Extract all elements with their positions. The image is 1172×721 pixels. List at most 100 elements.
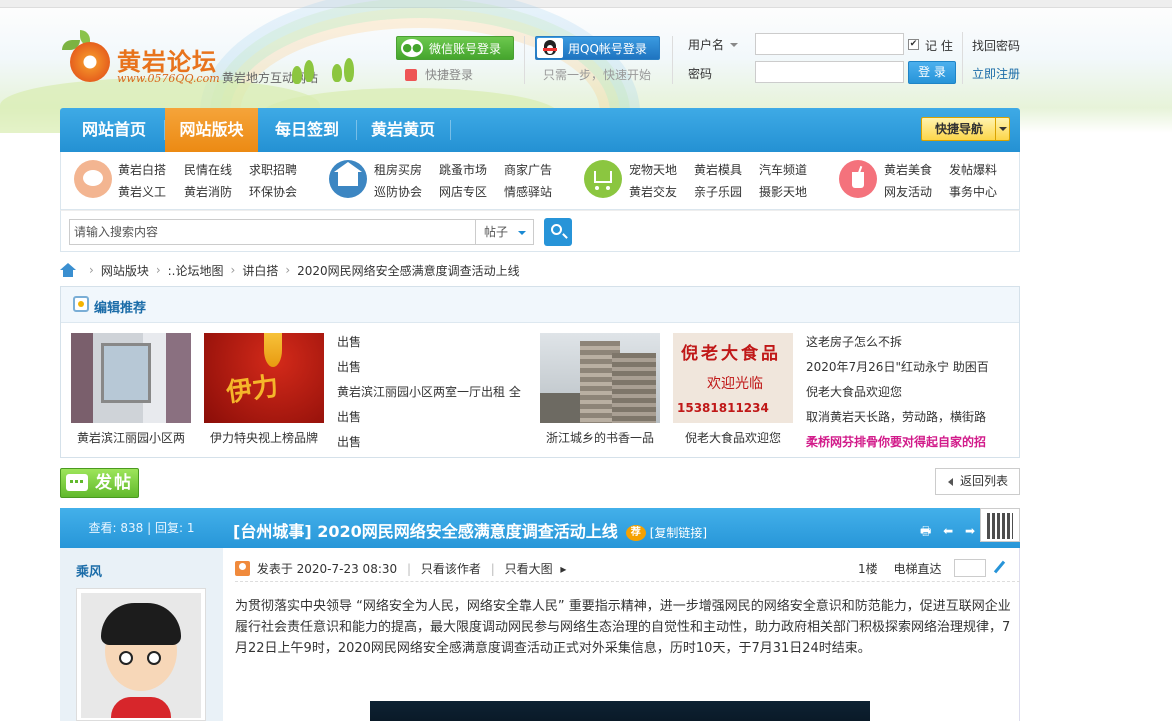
quick-nav-dropdown[interactable]: 快捷导航 bbox=[921, 117, 1010, 141]
breadcrumb-item[interactable]: 讲白搭 bbox=[242, 262, 278, 279]
recommend-caption[interactable]: 倪老大食品欢迎您 bbox=[668, 429, 798, 446]
recommend-link[interactable]: 出售 bbox=[337, 333, 527, 350]
thread-header: 查看: 838 | 回复: 1 [台州城事] 2020网民网络安全感满意度调查活… bbox=[60, 508, 1020, 548]
qq-login-button[interactable]: 用QQ帐号登录 bbox=[535, 36, 660, 60]
home-icon[interactable] bbox=[60, 263, 76, 277]
divider bbox=[962, 32, 963, 84]
only-author-link[interactable]: 只看该作者 bbox=[421, 562, 481, 576]
author-sidebar: 乘风 bbox=[60, 548, 223, 721]
category-link[interactable]: 黄岩义工 bbox=[118, 183, 166, 200]
avatar[interactable] bbox=[76, 588, 206, 721]
recommend-link[interactable]: 倪老大食品欢迎您 bbox=[806, 383, 1014, 400]
register-link[interactable]: 立即注册 bbox=[972, 65, 1020, 82]
recommend-image[interactable] bbox=[540, 333, 660, 423]
recommend-link[interactable]: 黄岩滨江丽园小区两室一厅出租 全 bbox=[337, 383, 527, 400]
category-link[interactable]: 发帖爆料 bbox=[949, 161, 997, 178]
recommend-link[interactable]: 出售 bbox=[337, 358, 527, 375]
category-link[interactable]: 黄岩白搭 bbox=[118, 161, 166, 178]
password-input[interactable] bbox=[755, 61, 904, 83]
back-to-list-button[interactable]: 返回列表 bbox=[935, 468, 1020, 495]
logo-url: www.0576QQ.com bbox=[117, 72, 220, 85]
category-link[interactable]: 租房买房 bbox=[374, 161, 422, 178]
recommend-link[interactable]: 2020年7月26日"红动永宁 助困百 bbox=[806, 358, 1014, 375]
username-input[interactable] bbox=[755, 33, 904, 55]
category-link[interactable]: 商家广告 bbox=[504, 161, 552, 178]
breadcrumb-item[interactable]: :.论坛地图 bbox=[168, 262, 224, 279]
thread-title-block: [台州城事] 2020网民网络安全感满意度调查活动上线荐 [复制链接] bbox=[233, 518, 707, 542]
category-link[interactable]: 求职招聘 bbox=[249, 161, 297, 178]
thread-title[interactable]: [台州城事] 2020网民网络安全感满意度调查活动上线 bbox=[233, 522, 618, 541]
recommend-caption[interactable]: 黄岩滨江丽园小区两 bbox=[66, 429, 196, 446]
quick-login-icon bbox=[405, 69, 417, 81]
category-link[interactable]: 民情在线 bbox=[184, 161, 232, 178]
category-link[interactable]: 亲子乐园 bbox=[694, 183, 742, 200]
category-link[interactable]: 宠物天地 bbox=[629, 161, 677, 178]
recommend-caption[interactable]: 伊力特央视上榜品牌 bbox=[199, 429, 329, 446]
author-name[interactable]: 乘风 bbox=[76, 561, 102, 580]
nav-forums[interactable]: 网站版块 bbox=[165, 108, 258, 152]
cart-icon bbox=[584, 160, 622, 198]
only-pic-link[interactable]: 只看大图 bbox=[505, 562, 553, 576]
login-button[interactable]: 登 录 bbox=[908, 61, 956, 84]
nav-divider bbox=[356, 120, 357, 140]
chevron-down-icon bbox=[995, 118, 1009, 140]
category-link[interactable]: 黄岩美食 bbox=[884, 161, 932, 178]
editor-recommend-panel: 编辑推荐 黄岩滨江丽园小区两 伊力 伊力特央视上榜品牌 出售 出售 黄岩滨江丽园… bbox=[60, 286, 1020, 458]
category-link[interactable]: 网友活动 bbox=[884, 183, 932, 200]
recommend-link-highlight[interactable]: 柔桥网芬排骨你要对得起自家的招 bbox=[806, 433, 1014, 450]
remember-label: 记 住 bbox=[925, 39, 953, 53]
elevator-label: 电梯直达 bbox=[893, 562, 942, 576]
category-link[interactable]: 跳蚤市场 bbox=[439, 161, 487, 178]
category-link[interactable]: 巡防协会 bbox=[374, 183, 422, 200]
nav-yellow-pages[interactable]: 黄岩黄页 bbox=[359, 108, 447, 152]
jump-arrow-icon[interactable] bbox=[991, 558, 1007, 576]
recommend-link[interactable]: 取消黄岩天长路，劳动路，横街路 bbox=[806, 408, 1014, 425]
search-type-select[interactable]: 帖子 bbox=[475, 219, 534, 245]
recommend-link[interactable]: 出售 bbox=[337, 408, 527, 425]
logo-emblem-icon bbox=[70, 42, 110, 82]
category-link[interactable]: 摄影天地 bbox=[759, 183, 807, 200]
find-password-link[interactable]: 找回密码 bbox=[972, 37, 1020, 54]
quick-nav-label: 快捷导航 bbox=[935, 122, 984, 136]
category-link[interactable]: 事务中心 bbox=[949, 183, 997, 200]
qq-login-label: 用QQ帐号登录 bbox=[568, 41, 647, 56]
thread-stats: 查看: 838 | 回复: 1 bbox=[88, 521, 195, 535]
category-panel: 黄岩白搭 民情在线 求职招聘 黄岩义工 黄岩消防 环保协会 租房买房 跳蚤市场 … bbox=[60, 152, 1020, 210]
recommend-link[interactable]: 这老房子怎么不拆 bbox=[806, 333, 1014, 350]
search-input[interactable]: 请输入搜索内容 bbox=[69, 219, 476, 245]
category-link[interactable]: 环保协会 bbox=[249, 183, 297, 200]
qq-login-subtitle: 只需一步，快速开始 bbox=[543, 68, 652, 82]
quick-login-link[interactable]: 快捷登录 bbox=[405, 66, 473, 83]
copy-link[interactable]: [复制链接] bbox=[650, 526, 707, 540]
search-bar: 请输入搜索内容 帖子 bbox=[60, 210, 1020, 252]
recommend-image[interactable]: 伊力 bbox=[204, 333, 324, 423]
search-button[interactable] bbox=[544, 218, 572, 246]
category-link[interactable]: 汽车频道 bbox=[759, 161, 807, 178]
thread-tools[interactable]: 🖶 ⬅ ➡ bbox=[920, 522, 979, 543]
site-logo[interactable]: 黄岩论坛 www.0576QQ.com bbox=[62, 26, 222, 86]
floor-jump-input[interactable] bbox=[954, 559, 986, 577]
recommend-image[interactable]: 倪老大食品 欢迎光临 15381811234 bbox=[673, 333, 793, 423]
category-link[interactable]: 黄岩模具 bbox=[694, 161, 742, 178]
category-link[interactable]: 网店专区 bbox=[439, 183, 487, 200]
wechat-login-button[interactable]: ●● 微信账号登录 bbox=[396, 36, 514, 60]
recommend-badge: 荐 bbox=[625, 525, 646, 541]
divider bbox=[524, 36, 525, 84]
username-type-select[interactable]: 用户名 bbox=[688, 36, 739, 53]
recommend-caption[interactable]: 浙江城乡的书香一品 bbox=[535, 429, 665, 446]
category-link[interactable]: 情感驿站 bbox=[504, 183, 552, 200]
nav-checkin[interactable]: 每日签到 bbox=[263, 108, 351, 152]
remember-checkbox[interactable]: ✔ bbox=[908, 39, 919, 50]
floor-number-group: 1楼 电梯直达 bbox=[858, 560, 941, 577]
breadcrumb-item[interactable]: 网站版块 bbox=[101, 262, 149, 279]
recommend-image[interactable] bbox=[71, 333, 191, 423]
qr-code-icon[interactable] bbox=[980, 508, 1020, 542]
category-link[interactable]: 黄岩交友 bbox=[629, 183, 677, 200]
category-link[interactable]: 黄岩消防 bbox=[184, 183, 232, 200]
new-post-button[interactable]: 发帖 bbox=[60, 468, 139, 498]
embedded-image[interactable] bbox=[370, 701, 870, 721]
breadcrumb-item[interactable]: 2020网民网络安全感满意度调查活动上线 bbox=[297, 262, 520, 279]
recommend-link[interactable]: 出售 bbox=[337, 433, 527, 450]
nav-home[interactable]: 网站首页 bbox=[70, 108, 158, 152]
recommend-image-text: 伊力 bbox=[224, 371, 281, 409]
